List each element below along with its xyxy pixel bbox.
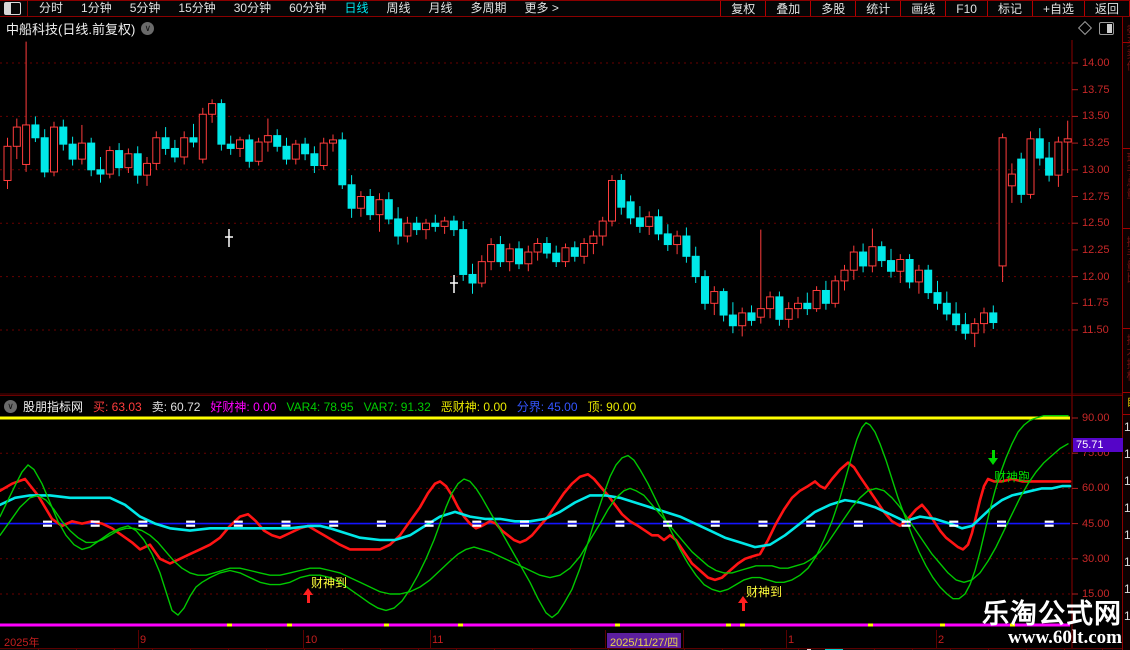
- strip-digit: 1: [1124, 447, 1130, 461]
- right-sidebar-strip[interactable]: 委买卖价现手总量换手量比技术指标自 1 1 1 1 1 1 1 1: [1122, 17, 1130, 650]
- indicator-value-badge: 75.71: [1073, 438, 1123, 452]
- strip-label: 自: [1125, 396, 1130, 408]
- indicator-axis-label: 30.00: [1082, 552, 1110, 565]
- strip-digit: 1: [1124, 609, 1130, 623]
- strip-digit: 1: [1124, 582, 1130, 596]
- axis-cell-border: [430, 630, 431, 648]
- strip-divider: [1123, 148, 1130, 149]
- indicator-field-VAR4: VAR4: 78.95: [286, 399, 354, 414]
- indicator-axis-label: 45.00: [1082, 517, 1110, 530]
- indicator-field-买: 买: 63.03: [93, 399, 142, 414]
- indicator-field-恶财神: 恶财神: 0.00: [440, 399, 507, 414]
- indicator-name[interactable]: 股朋指标网: [23, 398, 83, 415]
- price-label: 12.00: [1082, 270, 1110, 283]
- sell-signal-arrow-icon: [988, 450, 998, 465]
- axis-cell-border: [605, 630, 606, 648]
- price-label: 14.00: [1082, 57, 1110, 69]
- indicator-field-好财神: 好财神: 0.00: [210, 399, 277, 414]
- axis-month-label[interactable]: 9: [140, 634, 146, 646]
- strip-label: 委买卖价: [1125, 24, 1130, 72]
- strip-divider: [1123, 42, 1130, 43]
- strip-digit: 1: [1124, 528, 1130, 542]
- indicator-axis-label: 90.00: [1082, 412, 1110, 424]
- strip-divider: [1123, 328, 1130, 329]
- strip-digit: 1: [1124, 555, 1130, 569]
- signal-text: 财神跑: [994, 470, 1031, 484]
- price-label: 11.50: [1082, 324, 1109, 336]
- indicator-axis-label: 60.00: [1082, 482, 1110, 495]
- signal-text: 财神到: [746, 585, 783, 599]
- indicator-field-卖: 卖: 60.72: [151, 399, 201, 414]
- strip-digit: 1: [1124, 420, 1130, 434]
- price-label: 12.50: [1082, 217, 1110, 230]
- price-label: 11.75: [1082, 297, 1109, 310]
- watermark: 乐淘公式网 www.60lt.com: [982, 598, 1122, 649]
- watermark-line1: 乐淘公式网: [982, 598, 1122, 629]
- axis-month-label[interactable]: 10: [305, 634, 317, 646]
- strip-label: 换手量比: [1125, 236, 1130, 284]
- indicator-field-顶: 顶: 90.00: [587, 399, 637, 414]
- indicator-header: ∨ 股朋指标网 买: 63.03 卖: 60.72 好财神: 0.00 VAR4: 7…: [0, 395, 1122, 416]
- price-label: 13.50: [1082, 110, 1110, 123]
- axis-cell-border: [303, 630, 304, 648]
- tdx-app-window: 分时 1分钟 5分钟 15分钟 30分钟 60分钟 日线 周线 月线 多周期 更多 > 复权 叠加 多股…: [0, 0, 1130, 650]
- price-label: 13.25: [1082, 137, 1110, 150]
- axis-month-label[interactable]: 1: [788, 634, 794, 646]
- price-label: 13.75: [1082, 83, 1110, 96]
- indicator-field-分界: 分界: 45.00: [516, 399, 578, 414]
- price-label: 12.25: [1082, 243, 1110, 256]
- axis-cell-border: [786, 630, 787, 648]
- strip-divider: [1123, 414, 1130, 415]
- indicator-values: 买: 63.03 卖: 60.72 好财神: 0.00 VAR4: 78.95 VAR7…: [93, 398, 646, 415]
- strip-digit: 1: [1124, 501, 1130, 515]
- strip-label: 现手总量: [1125, 152, 1130, 200]
- price-label: 12.75: [1082, 190, 1110, 203]
- strip-divider: [1123, 228, 1130, 229]
- axis-month-label[interactable]: 11: [432, 634, 443, 646]
- watermark-line2: www.60lt.com: [1008, 627, 1122, 649]
- indicator-field-VAR7: VAR7: 91.32: [363, 399, 431, 414]
- strip-divider: [1123, 392, 1130, 393]
- signal-text: 财神到: [311, 576, 348, 590]
- axis-cell-border: [936, 630, 937, 648]
- chart-canvas[interactable]: [0, 0, 1130, 650]
- indicator-collapse-icon[interactable]: ∨: [4, 399, 17, 413]
- axis-cell-border: [683, 630, 684, 648]
- axis-month-label[interactable]: 2: [938, 634, 944, 646]
- strip-label: 技术指标: [1125, 334, 1130, 382]
- price-label: 13.00: [1082, 163, 1110, 176]
- strip-digit: 1: [1124, 474, 1130, 488]
- axis-cell-border: [138, 630, 139, 648]
